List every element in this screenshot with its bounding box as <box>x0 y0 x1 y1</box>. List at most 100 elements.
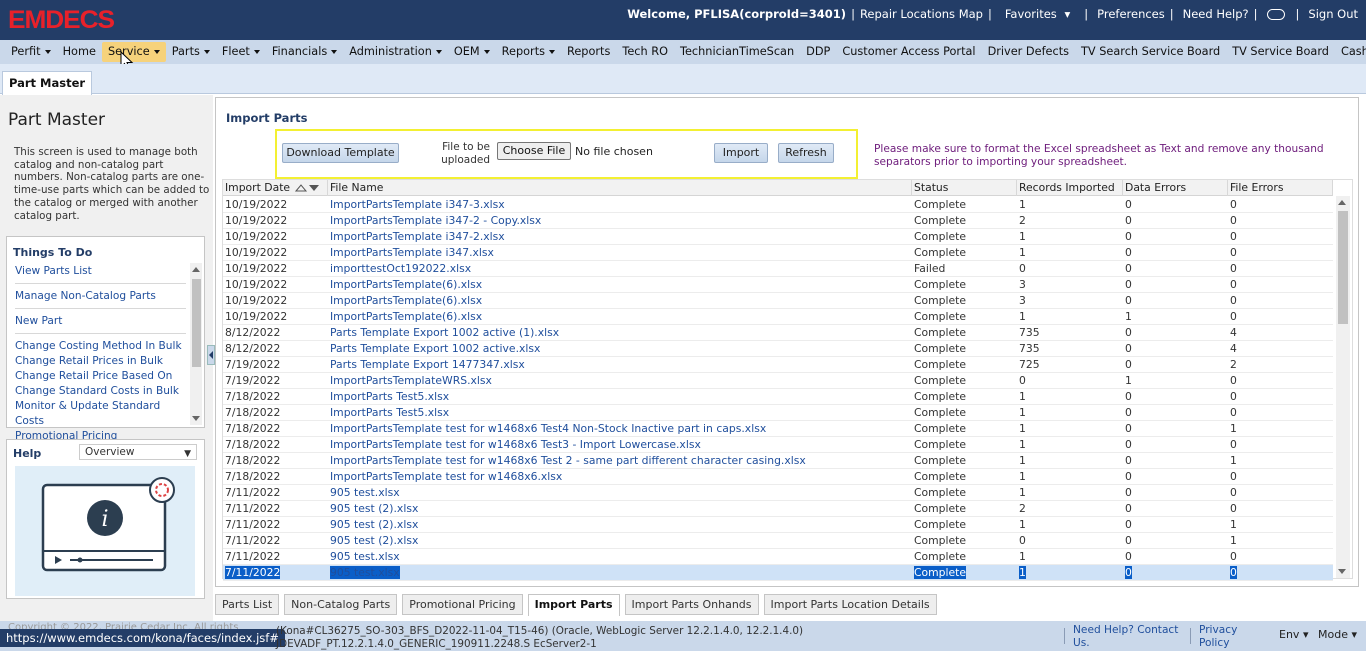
nav-administration[interactable]: Administration <box>343 42 448 62</box>
cell-file-name[interactable]: 905 test (2).xlsx <box>328 533 912 549</box>
table-row[interactable]: 7/11/2022 905 test (2).xlsx Complete 2 0 0 <box>223 501 1333 517</box>
cell-file-name[interactable]: ImportPartsTemplate(6).xlsx <box>328 293 912 309</box>
todo-new-part[interactable]: New Part <box>15 314 186 329</box>
tab-import-parts-onhands[interactable]: Import Parts Onhands <box>624 594 759 615</box>
need-help-link[interactable]: Need Help? <box>1183 7 1249 21</box>
cell-file-name[interactable]: ImportPartsTemplate test for w1468x6 Tes… <box>328 421 912 437</box>
scroll-down-icon[interactable] <box>1338 569 1346 574</box>
cell-file-name[interactable]: ImportPartsTemplate test for w1468x6 Tes… <box>328 437 912 453</box>
tab-import-parts-location-details[interactable]: Import Parts Location Details <box>763 594 937 615</box>
table-row[interactable]: 8/12/2022 Parts Template Export 1002 acti… <box>223 341 1333 357</box>
table-row[interactable]: 7/18/2022 ImportPartsTemplate test for w1… <box>223 437 1333 453</box>
todo-view-parts-list[interactable]: View Parts List <box>15 264 186 279</box>
table-row[interactable]: 10/19/2022 ImportPartsTemplate i347-2.xls… <box>223 229 1333 245</box>
preferences-link[interactable]: Preferences <box>1097 7 1165 21</box>
table-row[interactable]: 10/19/2022 ImportPartsTemplate i347-3.xls… <box>223 197 1333 213</box>
table-row[interactable]: 7/18/2022 ImportParts Test5.xlsx Complete 1… <box>223 405 1333 421</box>
sign-out-link[interactable]: Sign Out <box>1308 7 1358 21</box>
scroll-down-icon[interactable] <box>192 416 200 421</box>
nav-oem[interactable]: OEM <box>448 42 496 62</box>
table-row[interactable]: 10/19/2022 ImportPartsTemplate i347.xlsx C… <box>223 245 1333 261</box>
todo-scrollbar[interactable] <box>190 263 202 425</box>
table-row[interactable]: 7/11/2022 905 test (2).xlsx Complete 1 0 1 <box>223 517 1333 533</box>
cell-file-name[interactable]: ImportPartsTemplate(6).xlsx <box>328 277 912 293</box>
scroll-thumb[interactable] <box>1338 211 1348 324</box>
repair-locations-map-link[interactable]: Repair Locations Map <box>860 7 983 21</box>
cell-file-name[interactable]: ImportPartsTemplate i347-2.xlsx <box>328 229 912 245</box>
table-row[interactable]: 7/11/2022 905 test.xlsx Complete 1 0 0 <box>223 485 1333 501</box>
nav-perfit[interactable]: Perfit <box>5 42 57 62</box>
col-import-date[interactable]: Import Date <box>223 180 328 196</box>
import-button[interactable]: Import <box>714 143 768 163</box>
col-file-name[interactable]: File Name <box>328 180 912 196</box>
col-data-errors[interactable]: Data Errors <box>1123 180 1228 196</box>
cell-file-name[interactable]: ImportPartsTemplateWRS.xlsx <box>328 373 912 389</box>
scroll-up-icon[interactable] <box>192 267 200 272</box>
cell-file-name[interactable]: ImportPartsTemplate i347.xlsx <box>328 245 912 261</box>
toggle-icon[interactable] <box>1266 8 1285 20</box>
nav-tech-ro[interactable]: Tech RO <box>616 42 674 62</box>
cell-file-name[interactable]: 905 test (2).xlsx <box>328 501 912 517</box>
cell-file-name[interactable]: 905 test.xlsx <box>328 549 912 565</box>
privacy-policy-link[interactable]: Privacy Policy <box>1199 624 1249 649</box>
tab-part-master[interactable]: Part Master <box>2 71 93 95</box>
nav-customer-access-portal[interactable]: Customer Access Portal <box>836 42 981 62</box>
tab-promotional-pricing[interactable]: Promotional Pricing <box>402 594 523 615</box>
todo-change-standard-costs[interactable]: Change Standard Costs in Bulk <box>15 384 186 399</box>
nav-home[interactable]: Home <box>57 42 102 62</box>
cell-file-name[interactable]: ImportParts Test5.xlsx <box>328 405 912 421</box>
favorites-menu[interactable]: Favorites ▾ <box>1001 7 1070 21</box>
cell-file-name[interactable]: ImportPartsTemplate test for w1468x6 Tes… <box>328 453 912 469</box>
table-row[interactable]: 7/11/2022 905 test.xlsx Complete 1 0 0 <box>223 549 1333 565</box>
cell-file-name[interactable]: Parts Template Export 1477347.xlsx <box>328 357 912 373</box>
cell-file-name[interactable]: 905 test.xlsx <box>328 565 912 581</box>
table-row[interactable]: 7/18/2022 ImportPartsTemplate test for w1… <box>223 421 1333 437</box>
nav-driver-defects[interactable]: Driver Defects <box>982 42 1075 62</box>
env-menu[interactable]: Env ▾ <box>1279 628 1308 641</box>
nav-financials[interactable]: Financials <box>266 42 343 62</box>
scroll-thumb[interactable] <box>192 279 201 367</box>
nav-tv-service-board[interactable]: TV Service Board <box>1226 42 1335 62</box>
table-row[interactable]: 7/18/2022 ImportPartsTemplate test for w1… <box>223 453 1333 469</box>
nav-parts[interactable]: Parts <box>166 42 216 62</box>
nav-reports[interactable]: Reports <box>561 42 616 62</box>
sort-icon[interactable] <box>295 183 321 193</box>
nav-technician-timescan[interactable]: TechnicianTimeScan <box>674 42 800 62</box>
table-row[interactable]: 10/19/2022 importtestOct192022.xlsx Failed… <box>223 261 1333 277</box>
choose-file-button[interactable]: Choose File <box>497 142 571 160</box>
help-topic-select[interactable]: Overview ▼ <box>79 444 197 460</box>
refresh-button[interactable]: Refresh <box>778 143 834 163</box>
cell-file-name[interactable]: ImportPartsTemplate i347-3.xlsx <box>328 197 912 213</box>
cell-file-name[interactable]: ImportPartsTemplate i347-2 - Copy.xlsx <box>328 213 912 229</box>
table-row[interactable]: 7/11/2022 905 test.xlsx Complete 1 0 0 <box>223 565 1333 581</box>
mode-menu[interactable]: Mode ▾ <box>1318 628 1357 641</box>
scroll-up-icon[interactable] <box>1338 200 1346 205</box>
todo-manage-non-catalog-parts[interactable]: Manage Non-Catalog Parts <box>15 289 186 304</box>
table-row[interactable]: 10/19/2022 ImportPartsTemplate(6).xlsx Com… <box>223 277 1333 293</box>
emdecs-logo[interactable]: EMDECS <box>8 6 115 35</box>
todo-change-retail-price-based-on[interactable]: Change Retail Price Based On <box>15 369 186 384</box>
nav-tv-search-service-board[interactable]: TV Search Service Board <box>1075 42 1226 62</box>
col-records-imported[interactable]: Records Imported <box>1017 180 1123 196</box>
cell-file-name[interactable]: 905 test (2).xlsx <box>328 517 912 533</box>
col-file-errors[interactable]: File Errors <box>1228 180 1333 196</box>
cell-file-name[interactable]: ImportParts Test5.xlsx <box>328 389 912 405</box>
table-row[interactable]: 8/12/2022 Parts Template Export 1002 acti… <box>223 325 1333 341</box>
need-help-contact-link[interactable]: Need Help? Contact Us. <box>1073 624 1183 649</box>
nav-reports-menu[interactable]: Reports <box>496 42 561 62</box>
tab-non-catalog-parts[interactable]: Non-Catalog Parts <box>284 594 398 615</box>
table-row[interactable]: 10/19/2022 ImportPartsTemplate(6).xlsx Com… <box>223 293 1333 309</box>
cell-file-name[interactable]: 905 test.xlsx <box>328 485 912 501</box>
help-video-thumbnail[interactable]: i <box>15 466 195 596</box>
nav-cashier-shift[interactable]: Cashier Shift <box>1335 42 1366 62</box>
tab-parts-list[interactable]: Parts List <box>215 594 280 615</box>
todo-change-costing-method[interactable]: Change Costing Method In Bulk <box>15 339 186 354</box>
table-row[interactable]: 10/19/2022 ImportPartsTemplate i347-2 - C… <box>223 213 1333 229</box>
table-row[interactable]: 7/18/2022 ImportParts Test5.xlsx Complete 1… <box>223 389 1333 405</box>
cell-file-name[interactable]: ImportPartsTemplate(6).xlsx <box>328 309 912 325</box>
todo-change-retail-prices[interactable]: Change Retail Prices in Bulk <box>15 354 186 369</box>
table-row[interactable]: 7/19/2022 Parts Template Export 1477347.x… <box>223 357 1333 373</box>
table-row[interactable]: 7/19/2022 ImportPartsTemplateWRS.xlsx Comp… <box>223 373 1333 389</box>
cell-file-name[interactable]: Parts Template Export 1002 active.xlsx <box>328 341 912 357</box>
nav-fleet[interactable]: Fleet <box>216 42 266 62</box>
